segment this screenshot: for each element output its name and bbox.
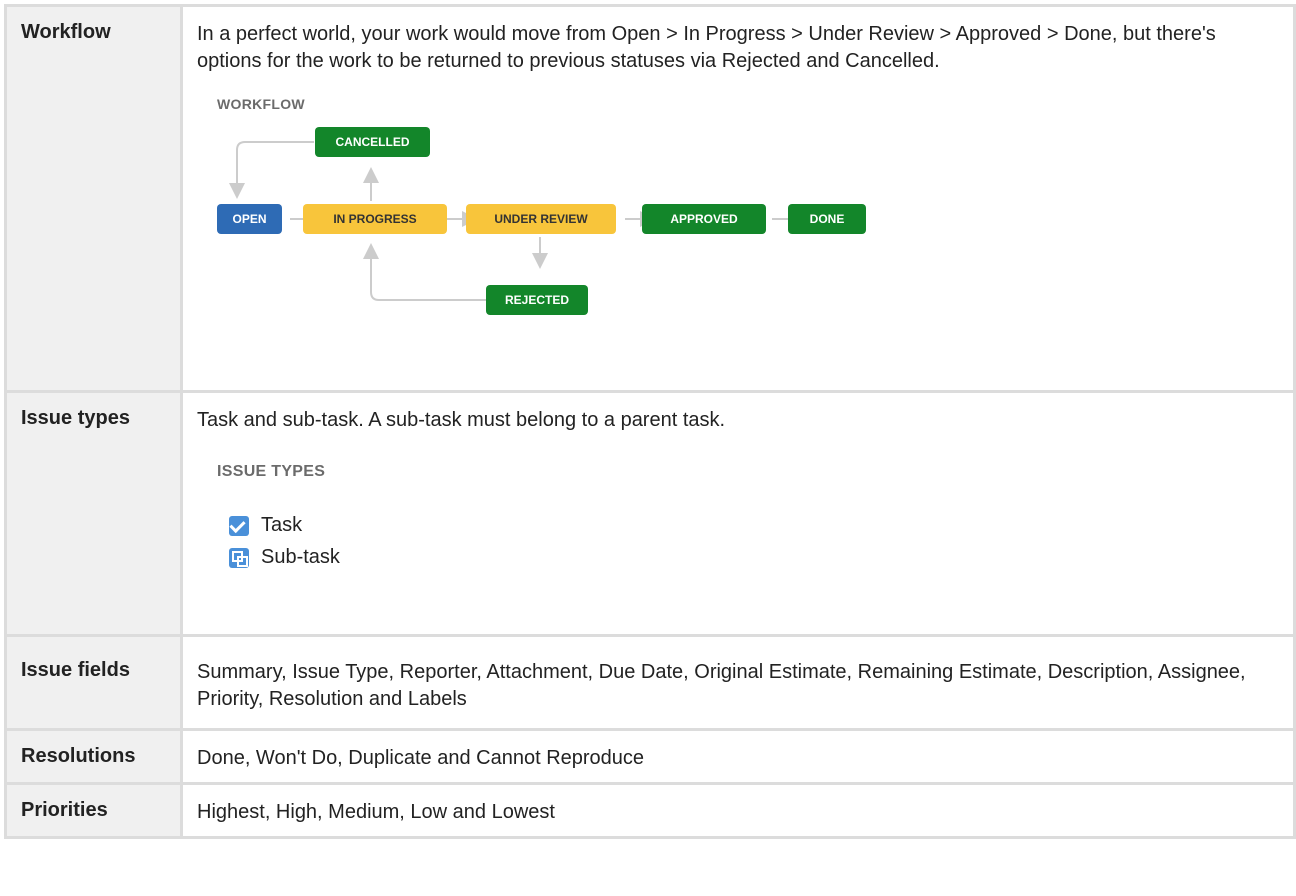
issue-fields-row: Issue fields Summary, Issue Type, Report… xyxy=(4,634,1296,731)
issue-types-row: Issue types Task and sub-task. A sub-tas… xyxy=(4,390,1296,637)
project-settings-table: Workflow In a perfect world, your work w… xyxy=(4,4,1296,839)
status-rejected: REJECTED xyxy=(486,285,588,315)
status-in-progress: IN PROGRESS xyxy=(303,204,447,234)
status-done: DONE xyxy=(788,204,866,234)
issue-types-cell: Task and sub-task. A sub-task must belon… xyxy=(180,390,1296,637)
resolutions-row: Resolutions Done, Won't Do, Duplicate an… xyxy=(4,728,1296,785)
resolutions-header: Resolutions xyxy=(4,728,183,785)
issue-types-panel: ISSUE TYPES Task Sub-task xyxy=(197,434,1279,614)
workflow-row: Workflow In a perfect world, your work w… xyxy=(4,4,1296,393)
checkbox-icon xyxy=(229,515,249,536)
priorities-header: Priorities xyxy=(4,782,183,839)
priorities-cell: Highest, High, Medium, Low and Lowest xyxy=(180,782,1296,839)
status-cancelled: CANCELLED xyxy=(315,127,430,157)
issue-type-subtask: Sub-task xyxy=(229,544,340,571)
issue-types-description: Task and sub-task. A sub-task must belon… xyxy=(197,409,726,431)
priorities-row: Priorities Highest, High, Medium, Low an… xyxy=(4,782,1296,839)
workflow-diagram: WORKFLOW OPEN IN PROGRESS UNDER REVIEW A… xyxy=(197,87,897,337)
issue-type-label: Task xyxy=(261,514,303,536)
workflow-cell: In a perfect world, your work would move… xyxy=(180,4,1296,393)
status-open: OPEN xyxy=(217,204,282,234)
status-approved: APPROVED xyxy=(642,204,766,234)
issue-fields-header: Issue fields xyxy=(4,634,183,731)
workflow-header: Workflow xyxy=(4,4,183,393)
status-under-review: UNDER REVIEW xyxy=(466,204,616,234)
workflow-description: In a perfect world, your work would move… xyxy=(197,23,1216,72)
issue-fields-cell: Summary, Issue Type, Reporter, Attachmen… xyxy=(180,634,1296,731)
issue-type-label: Sub-task xyxy=(261,546,340,568)
issue-types-title: ISSUE TYPES xyxy=(217,463,326,480)
issue-type-task: Task xyxy=(229,512,302,539)
resolutions-cell: Done, Won't Do, Duplicate and Cannot Rep… xyxy=(180,728,1296,785)
subtask-icon xyxy=(229,547,249,568)
workflow-title: WORKFLOW xyxy=(217,96,305,112)
issue-types-header: Issue types xyxy=(4,390,183,637)
